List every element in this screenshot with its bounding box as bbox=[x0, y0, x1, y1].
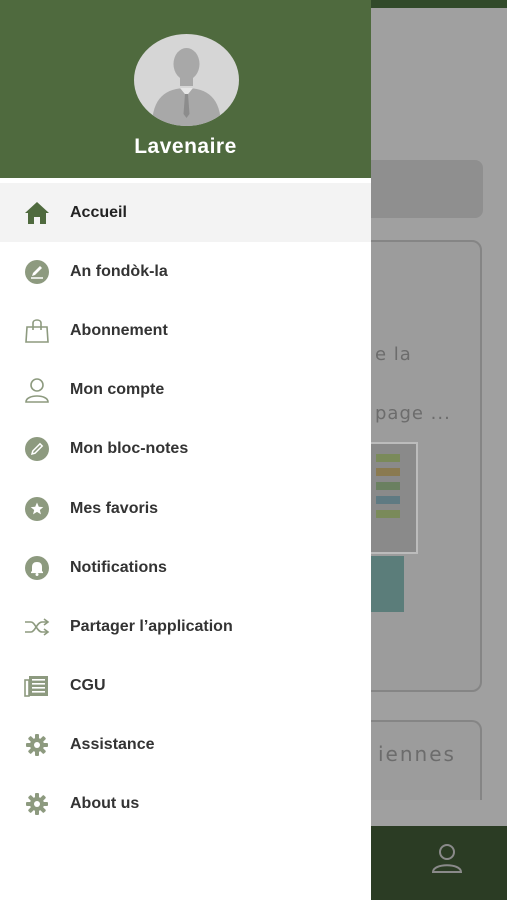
avatar[interactable] bbox=[134, 34, 239, 126]
newspaper-icon bbox=[24, 673, 50, 699]
menu-item-an-fondok-la[interactable]: An fondòk-la bbox=[0, 242, 371, 301]
home-icon bbox=[24, 200, 50, 226]
bell-icon bbox=[24, 555, 50, 581]
drawer-menu: Accueil An fondòk-la Abonnement Mon comp… bbox=[0, 183, 371, 834]
menu-item-mon-bloc-notes[interactable]: Mon bloc-notes bbox=[0, 420, 371, 479]
menu-item-label: An fondòk-la bbox=[70, 262, 168, 280]
background-text: page ... bbox=[375, 403, 451, 424]
notepad-pencil-icon bbox=[24, 436, 50, 462]
shuffle-icon bbox=[24, 614, 50, 640]
menu-item-partager-application[interactable]: Partager l’application bbox=[0, 597, 371, 656]
menu-item-label: CGU bbox=[70, 677, 106, 695]
gear-icon bbox=[24, 791, 50, 817]
user-name: Lavenaire bbox=[134, 135, 237, 158]
menu-item-mes-favoris[interactable]: Mes favoris bbox=[0, 479, 371, 538]
background-text: e la bbox=[375, 344, 412, 365]
menu-item-label: About us bbox=[70, 795, 140, 813]
menu-item-label: Abonnement bbox=[70, 321, 168, 339]
drawer-header: Lavenaire bbox=[0, 0, 371, 178]
menu-item-assistance[interactable]: Assistance bbox=[0, 716, 371, 775]
user-icon bbox=[24, 377, 50, 403]
star-icon bbox=[24, 496, 50, 522]
pencil-icon bbox=[24, 259, 50, 285]
menu-item-cgu[interactable]: CGU bbox=[0, 657, 371, 716]
menu-item-label: Notifications bbox=[70, 558, 167, 576]
menu-item-label: Partager l’application bbox=[70, 617, 233, 635]
user-icon bbox=[430, 842, 464, 874]
shopping-bag-icon bbox=[24, 318, 50, 344]
menu-item-notifications[interactable]: Notifications bbox=[0, 538, 371, 597]
gear-icon bbox=[24, 732, 50, 758]
menu-item-mon-compte[interactable]: Mon compte bbox=[0, 361, 371, 420]
navigation-drawer: Lavenaire Accueil An fondòk-la Abonnemen… bbox=[0, 0, 371, 900]
menu-item-label: Mes favoris bbox=[70, 499, 159, 517]
menu-item-abonnement[interactable]: Abonnement bbox=[0, 301, 371, 360]
menu-item-about-us[interactable]: About us bbox=[0, 775, 371, 834]
menu-item-accueil[interactable]: Accueil bbox=[0, 183, 371, 243]
menu-item-label: Mon compte bbox=[70, 381, 165, 399]
menu-item-label: Assistance bbox=[70, 736, 155, 754]
menu-item-label: Accueil bbox=[70, 203, 127, 221]
background-image bbox=[368, 556, 404, 612]
menu-item-label: Mon bloc-notes bbox=[70, 440, 189, 458]
background-text: iennes bbox=[378, 742, 456, 766]
